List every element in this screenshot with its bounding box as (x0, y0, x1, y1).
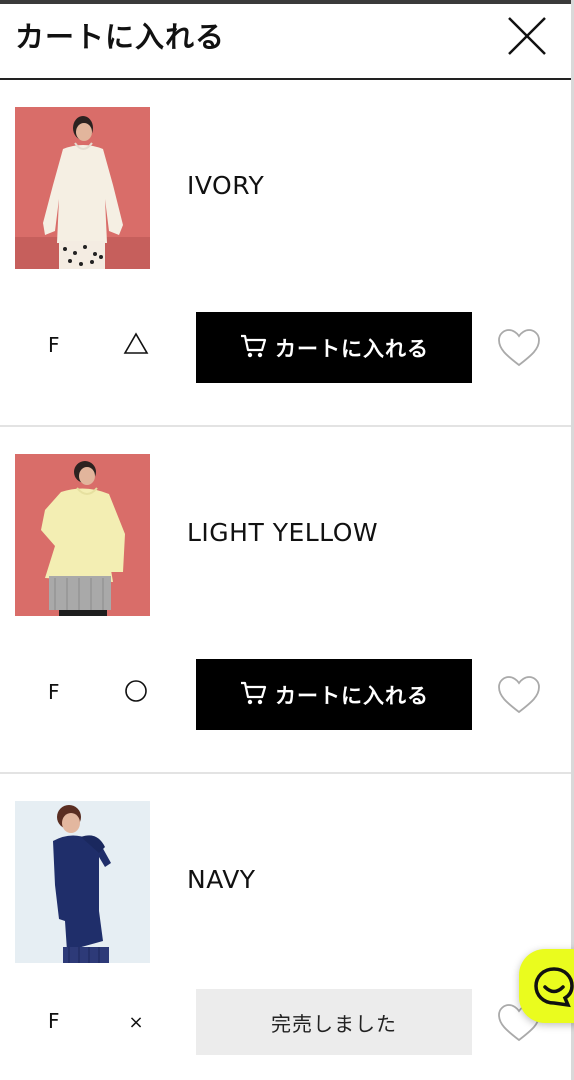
variant-size: F (48, 333, 60, 357)
variant-color-name: LIGHT YELLOW (187, 518, 379, 547)
close-icon[interactable] (506, 15, 548, 57)
product-photo-ivory (15, 107, 150, 269)
modal-header: カートに入れる (0, 4, 571, 80)
product-photo-navy (15, 801, 150, 963)
variant-size: F (48, 1009, 60, 1033)
stock-soldout-symbol: × (128, 1012, 144, 1033)
variant-color-name: IVORY (187, 171, 265, 200)
soldout-button: 完売しました (196, 989, 472, 1055)
cart-icon (239, 333, 267, 363)
row-divider (0, 425, 571, 427)
row-divider (0, 772, 571, 774)
add-to-cart-button[interactable]: カートに入れる (196, 659, 472, 730)
modal-title: カートに入れる (15, 20, 226, 54)
product-variant-row: IVORY F カートに入れる (0, 107, 571, 454)
stock-low-icon (122, 329, 150, 357)
add-to-cart-label: カートに入れる (275, 336, 429, 361)
product-variant-row: NAVY F × 完売しました (0, 801, 571, 1080)
favorite-heart-icon[interactable] (496, 327, 542, 369)
favorite-heart-icon[interactable] (496, 674, 542, 716)
stock-available-icon (122, 676, 150, 704)
add-to-cart-label: カートに入れる (275, 683, 429, 708)
product-variant-row: LIGHT YELLOW F カートに入れる (0, 454, 571, 801)
variant-size: F (48, 680, 60, 704)
variant-color-name: NAVY (187, 865, 256, 894)
stock-soldout-icon: × (122, 1009, 150, 1037)
chat-button[interactable] (519, 949, 574, 1023)
chat-icon (532, 965, 574, 1013)
product-photo-light-yellow (15, 454, 150, 616)
cart-icon (239, 680, 267, 710)
add-to-cart-button[interactable]: カートに入れる (196, 312, 472, 383)
